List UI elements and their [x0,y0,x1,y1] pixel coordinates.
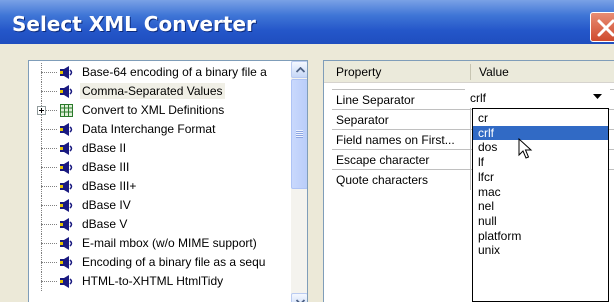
property-name: Field names on First... [336,133,455,147]
dropdown-option[interactable]: platform [473,229,608,243]
dropdown-option[interactable]: cr [473,111,608,125]
dropdown-option[interactable]: mac [473,185,608,199]
speaker-icon [59,236,75,251]
dropdown-option[interactable]: null [473,214,608,228]
scroll-thumb[interactable] [291,79,307,189]
tree-item-label: HTML-to-XHTML HtmlTidy [82,274,224,288]
tree-item[interactable]: dBase IV [29,196,291,215]
speaker-icon [59,255,75,270]
table-icon [59,103,75,118]
property-name: Quote characters [336,173,429,187]
tree-connector [41,243,57,244]
property-value-divider [470,150,471,170]
tree-item-label: dBase III+ [82,179,137,193]
property-value-divider [470,130,471,150]
speaker-icon [59,179,75,194]
scroll-grip-icon [296,130,303,138]
tree-connector [41,148,57,149]
property-name: Escape character [336,153,430,167]
dropdown-option[interactable]: lf [473,155,608,169]
expand-plus-icon[interactable] [37,106,46,115]
tree-item[interactable]: Encoding of a binary file as a sequ [29,253,291,272]
column-divider[interactable] [470,64,471,80]
property-name: Line Separator [336,93,415,107]
speaker-icon [59,217,75,232]
tree-item-label: Data Interchange Format [82,122,216,136]
value-column-header[interactable]: Value [479,65,509,79]
dropdown-option[interactable]: crlf [473,125,608,140]
tree-item-label: Convert to XML Definitions [82,103,225,117]
value-dropdown-list[interactable]: cr crlf dos lf lfcr mac nel null platform unix [472,108,609,302]
speaker-icon [59,274,75,289]
tree-item[interactable]: dBase II [29,139,291,158]
tree-item[interactable]: Comma-Separated Values [29,82,291,101]
tree-connector [41,224,57,225]
tree-item-label: Base-64 encoding of a binary file a [82,65,267,79]
tree-connector [41,129,57,130]
tree-item[interactable]: dBase III+ [29,177,291,196]
tree-item-label: dBase IV [82,198,131,212]
close-icon [597,19,614,37]
property-value-divider [470,170,471,190]
tree-item-label: dBase V [82,217,128,231]
tree-item-label: dBase II [82,141,127,155]
property-name: Separator [336,113,389,127]
tree-item-label: dBase III [82,160,130,174]
tree-connector [41,281,57,282]
tree-connector [41,72,57,73]
tree-item[interactable]: dBase V [29,215,291,234]
scroll-down-button[interactable] [291,293,307,302]
tree-item-label: Encoding of a binary file as a sequ [82,255,266,269]
tree-connector [41,205,57,206]
speaker-icon [59,84,75,99]
dropdown-option[interactable]: dos [473,140,608,154]
speaker-icon [59,160,75,175]
window-title: Select XML Converter [12,12,256,36]
tree-item[interactable]: Convert to XML Definitions [29,101,291,120]
tree-item[interactable]: Base-64 encoding of a binary file a [29,63,291,82]
tree-item[interactable]: HTML-to-XHTML HtmlTidy [29,272,291,291]
tree-item[interactable]: E-mail mbox (w/o MIME support) [29,234,291,253]
tree-item-label: Comma-Separated Values [80,83,225,99]
converter-tree[interactable]: Base-64 encoding of a binary file a Comma… [28,60,308,302]
scroll-up-button[interactable] [291,61,307,78]
title-bar: Select XML Converter [0,0,614,44]
tree-connector [41,186,57,187]
tree-item[interactable]: dBase III [29,158,291,177]
line-separator-value-combo[interactable]: crlf [465,88,610,108]
dropdown-option[interactable]: unix [473,243,608,257]
tree-connector [41,262,57,263]
speaker-icon [59,65,75,80]
tree-connector [41,167,57,168]
speaker-icon [59,141,75,156]
property-grid-header: Property Value [324,61,614,83]
mouse-cursor-icon [518,138,533,159]
close-button[interactable] [590,12,614,42]
tree-connector [41,91,57,92]
chevron-up-icon [296,67,305,73]
dropdown-option[interactable]: nel [473,199,608,213]
tree-scrollbar[interactable] [291,61,307,302]
property-value-divider [470,110,471,130]
tree-item-label: E-mail mbox (w/o MIME support) [82,236,257,250]
combo-value: crlf [470,91,486,105]
speaker-icon [59,198,75,213]
tree-item[interactable]: Data Interchange Format [29,120,291,139]
dropdown-arrow-icon[interactable] [593,94,602,99]
property-column-header[interactable]: Property [336,65,381,79]
speaker-icon [59,122,75,137]
dropdown-option[interactable]: lfcr [473,170,608,184]
